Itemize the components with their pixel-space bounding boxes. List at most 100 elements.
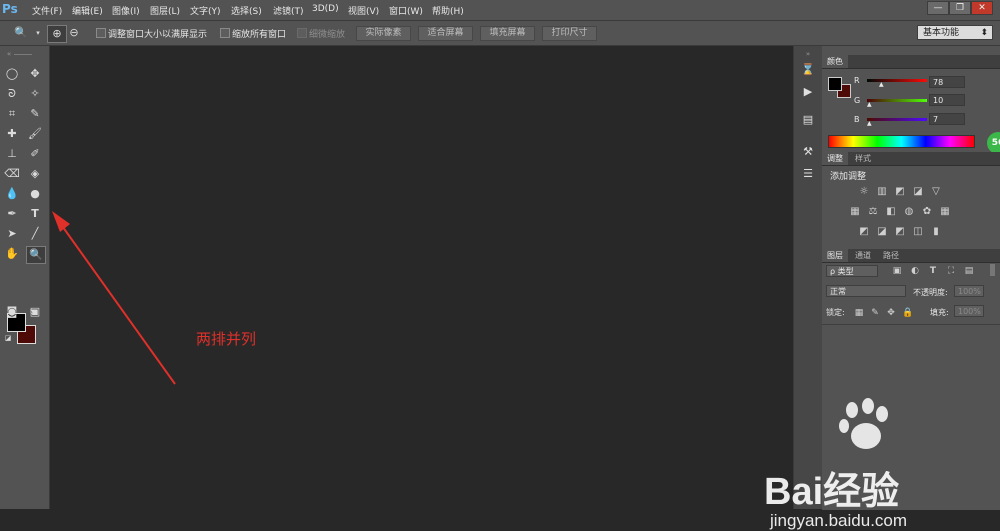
path-selection-icon[interactable]: ➤ [3, 226, 21, 242]
close-button[interactable]: ✕ [971, 1, 993, 15]
floating-badge[interactable]: 56 [987, 132, 1000, 154]
resize-windows-checkbox[interactable] [96, 28, 106, 38]
canvas-area[interactable] [50, 46, 793, 509]
r-value-field[interactable]: 78 [929, 76, 965, 88]
threshold-icon[interactable]: ◩ [894, 227, 906, 237]
crop-tool-icon[interactable]: ⌗ [3, 106, 21, 122]
history-brush-icon[interactable]: ✐ [26, 146, 44, 162]
selective-color-icon[interactable]: ◫ [912, 227, 924, 237]
move-tool-icon[interactable]: ✥ [26, 66, 44, 82]
g-slider[interactable] [867, 99, 927, 102]
dodge-tool-icon[interactable]: ● [26, 186, 44, 202]
b-slider[interactable] [867, 118, 927, 121]
type-tool-icon[interactable]: T [26, 206, 44, 222]
actual-pixels-button[interactable]: 实际像素 [356, 26, 411, 41]
actions-play-icon[interactable]: ▶ [800, 84, 816, 100]
photo-filter-icon[interactable]: ◍ [903, 207, 915, 217]
eyedropper-icon[interactable]: ✎ [26, 106, 44, 122]
color-panel-foreground-swatch[interactable] [828, 77, 842, 91]
exposure-icon[interactable]: ◪ [912, 187, 924, 197]
opacity-field[interactable]: 100% [954, 285, 984, 297]
menu-layer[interactable]: 图层(L) [150, 4, 180, 17]
menu-file[interactable]: 文件(F) [32, 4, 62, 17]
restore-button[interactable]: ❐ [949, 1, 971, 15]
properties-icon[interactable]: ▤ [800, 112, 816, 128]
clone-stamp-icon[interactable]: ⊥ [3, 146, 21, 162]
fill-screen-button[interactable]: 填充屏幕 [480, 26, 535, 41]
blend-mode-select[interactable]: 正常 [826, 285, 906, 297]
invert-icon[interactable]: ◩ [858, 227, 870, 237]
line-tool-icon[interactable]: ╱ [26, 226, 44, 242]
zoom-tool-icon[interactable]: 🔍 [26, 246, 46, 264]
sliders-icon[interactable]: ☰ [800, 166, 816, 182]
color-lookup-icon[interactable]: ▦ [939, 207, 951, 217]
menu-window[interactable]: 窗口(W) [389, 4, 423, 17]
elliptical-marquee-icon[interactable]: ◯ [3, 66, 21, 82]
brightness-contrast-icon[interactable]: ☼ [858, 187, 870, 197]
tab-styles[interactable]: 样式 [850, 152, 876, 165]
b-slider-thumb-icon[interactable]: ▲ [867, 120, 872, 127]
lock-transparent-icon[interactable]: ▦ [854, 308, 864, 318]
zoom-in-icon[interactable]: ⊕ [47, 25, 67, 43]
smart-object-filter-icon[interactable]: ▤ [964, 266, 974, 276]
print-size-button[interactable]: 打印尺寸 [542, 26, 597, 41]
hue-saturation-icon[interactable]: ▦ [849, 207, 861, 217]
pen-tool-icon[interactable]: ✒ [3, 206, 21, 222]
menu-select[interactable]: 选择(S) [231, 4, 262, 17]
tab-layers[interactable]: 图层 [822, 249, 848, 262]
scrubby-zoom-checkbox[interactable] [297, 28, 307, 38]
levels-icon[interactable]: ▥ [876, 187, 888, 197]
menu-view[interactable]: 视图(V) [348, 4, 379, 17]
toolbar-grip-icon[interactable] [14, 54, 32, 59]
menu-image[interactable]: 图像(I) [112, 4, 140, 17]
menu-help[interactable]: 帮助(H) [432, 4, 464, 17]
default-colors-icon[interactable]: ◪ [3, 333, 13, 343]
b-value-field[interactable]: 7 [929, 113, 965, 125]
layer-filter-kind-select[interactable]: ρ 类型 [826, 265, 878, 277]
minimize-button[interactable]: — [927, 1, 949, 15]
eraser-tool-icon[interactable]: ⌫ [3, 166, 21, 182]
paint-bucket-icon[interactable]: ◈ [26, 166, 44, 182]
r-slider-thumb-icon[interactable]: ▲ [879, 81, 884, 88]
lock-all-icon[interactable]: 🔒 [902, 308, 913, 318]
hand-tool-icon[interactable]: ✋ [3, 246, 21, 262]
brush-tool-icon[interactable]: 🖌 [26, 126, 44, 142]
tool-presets-icon[interactable]: ⚒ [800, 144, 816, 160]
r-slider[interactable] [867, 79, 927, 82]
expand-dock-icon[interactable]: » [800, 46, 816, 62]
black-white-icon[interactable]: ◧ [885, 207, 897, 217]
gradient-map-icon[interactable]: ▮ [930, 227, 942, 237]
menu-filter[interactable]: 滤镜(T) [273, 4, 304, 17]
quick-mask-icon[interactable]: ◙ [3, 304, 21, 320]
color-spectrum-bar[interactable] [828, 135, 975, 148]
magic-wand-icon[interactable]: ✧ [26, 86, 44, 102]
g-value-field[interactable]: 10 [929, 94, 965, 106]
menu-edit[interactable]: 编辑(E) [72, 4, 103, 17]
curves-icon[interactable]: ◩ [894, 187, 906, 197]
pixel-layer-filter-icon[interactable]: ▣ [892, 266, 902, 276]
healing-brush-icon[interactable]: ✚ [3, 126, 21, 142]
tab-color[interactable]: 颜色 [822, 55, 848, 68]
tab-channels[interactable]: 通道 [850, 249, 876, 262]
zoom-tool-preset-icon[interactable]: 🔍 [12, 25, 30, 41]
layers-scrollbar[interactable] [990, 264, 995, 276]
shape-layer-filter-icon[interactable]: ⛶ [946, 266, 956, 276]
fit-screen-button[interactable]: 适合屏幕 [418, 26, 473, 41]
lasso-tool-icon[interactable]: ᘐ [3, 86, 21, 102]
fill-field[interactable]: 100% [954, 305, 984, 317]
blur-tool-icon[interactable]: 💧 [3, 186, 21, 202]
vibrance-icon[interactable]: ▽ [930, 187, 942, 197]
posterize-icon[interactable]: ◪ [876, 227, 888, 237]
g-slider-thumb-icon[interactable]: ▲ [867, 101, 872, 108]
menu-3d[interactable]: 3D(D) [312, 4, 339, 14]
menu-type[interactable]: 文字(Y) [190, 4, 221, 17]
tab-paths[interactable]: 路径 [878, 249, 904, 262]
channel-mixer-icon[interactable]: ✿ [921, 207, 933, 217]
adjustment-layer-filter-icon[interactable]: ◐ [910, 266, 920, 276]
zoom-out-icon[interactable]: ⊖ [65, 25, 83, 41]
lock-position-icon[interactable]: ✥ [886, 308, 896, 318]
screen-mode-icon[interactable]: ▣ [26, 304, 44, 320]
zoom-all-windows-checkbox[interactable] [220, 28, 230, 38]
workspace-select[interactable]: 基本功能 ⬍ [917, 25, 993, 40]
type-layer-filter-icon[interactable]: T [928, 266, 938, 276]
